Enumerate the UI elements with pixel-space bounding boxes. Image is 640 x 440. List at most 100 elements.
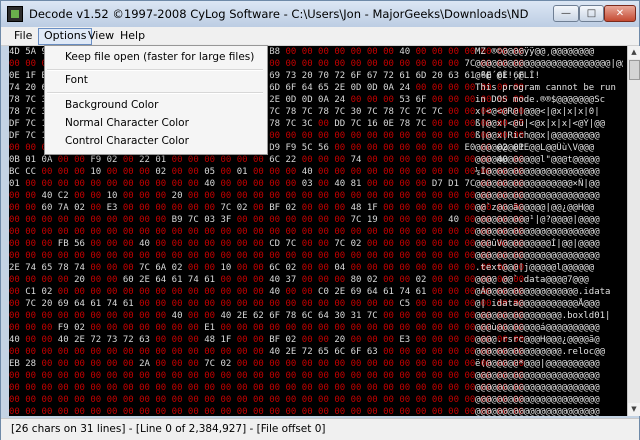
- hex-byte: 78: [383, 107, 400, 117]
- hex-byte: 00: [366, 359, 384, 369]
- menu-item-control-character-color[interactable]: Control Character Color: [65, 133, 189, 149]
- menu-help[interactable]: Help: [115, 28, 150, 43]
- hex-byte: 2E: [269, 95, 286, 105]
- hex-byte: 00: [269, 191, 286, 201]
- hex-byte: 00: [383, 59, 400, 69]
- hex-byte: 00: [57, 311, 75, 321]
- hex-byte: 05: [204, 167, 221, 177]
- hex-byte: 00: [57, 251, 75, 261]
- hex-byte: 00: [431, 311, 449, 321]
- options-dropdown-menu: Keep file open (faster for large files) …: [44, 45, 268, 155]
- hex-byte: 00: [383, 95, 400, 105]
- hex-byte: 00: [383, 191, 400, 201]
- hex-byte: 00: [448, 311, 465, 321]
- hex-byte: 00: [301, 299, 319, 309]
- app-icon[interactable]: [7, 6, 23, 22]
- hex-byte: 00: [220, 167, 237, 177]
- hex-byte: 00: [25, 395, 42, 405]
- hex-byte: 00: [415, 311, 432, 321]
- hex-byte: 6D: [269, 83, 286, 93]
- minimize-button[interactable]: —: [553, 5, 579, 22]
- hex-byte: 00: [106, 215, 123, 225]
- hex-byte: 00: [155, 407, 172, 416]
- hex-byte: 6C: [334, 347, 351, 357]
- hex-byte: 61: [415, 287, 432, 297]
- hex-byte: 64: [318, 311, 335, 321]
- hex-byte: 00: [399, 347, 416, 357]
- hex-byte: 00: [25, 215, 42, 225]
- hex-byte: 03: [204, 215, 221, 225]
- hex-byte: 02: [155, 167, 172, 177]
- hex-byte: 7C: [25, 119, 42, 129]
- ascii-row: @@@@@@@@@@¹|@?@@@@|@@@@: [475, 215, 600, 225]
- hex-byte: 00: [366, 95, 384, 105]
- hex-byte: 20: [25, 83, 42, 93]
- hex-byte: 00: [269, 371, 286, 381]
- close-button[interactable]: ✕: [604, 5, 636, 22]
- hex-byte: 00: [220, 407, 237, 416]
- hex-row: 00 C1 02 00 00 00 00 00 00 00 00 00 00 0…: [9, 286, 524, 298]
- hex-byte: 00: [431, 119, 449, 129]
- ascii-row: @@@@@@@@PE@@L@@Ùù\V@@@: [475, 143, 595, 153]
- ascii-row: x|<@<@R@|@@@<|@x|x|x|0|: [475, 107, 600, 117]
- menu-item-keep-file-open[interactable]: Keep file open (faster for large files): [65, 49, 254, 65]
- hex-byte: 00: [252, 263, 270, 273]
- hex-byte: 00: [285, 179, 302, 189]
- hex-byte: C2: [57, 191, 75, 201]
- menu-view[interactable]: View: [83, 28, 119, 43]
- menu-item-normal-character-color[interactable]: Normal Character Color: [65, 115, 189, 131]
- hex-byte: 00: [25, 383, 42, 393]
- menu-file[interactable]: File: [9, 28, 37, 43]
- menu-item-background-color[interactable]: Background Color: [65, 97, 158, 113]
- hex-byte: 00: [74, 347, 91, 357]
- hex-byte: 7C: [334, 239, 351, 249]
- scroll-down-arrow-icon[interactable]: ▼: [628, 403, 640, 416]
- hex-byte: 00: [334, 407, 351, 416]
- hex-byte: 00: [399, 227, 416, 237]
- hex-byte: 00: [9, 227, 26, 237]
- title-bar[interactable]: Decode v1.52 ©1997-2008 CyLog Software -…: [1, 1, 639, 28]
- hex-byte: 00: [399, 155, 416, 165]
- scroll-up-arrow-icon[interactable]: ▲: [628, 46, 640, 59]
- hex-byte: 00: [399, 251, 416, 261]
- hex-byte: 00: [366, 227, 384, 237]
- hex-byte: 20: [74, 275, 91, 285]
- hex-byte: 00: [383, 299, 400, 309]
- hex-byte: 00: [155, 191, 172, 201]
- hex-byte: 00: [301, 191, 319, 201]
- hex-byte: 00: [90, 383, 107, 393]
- hex-byte: 00: [41, 311, 58, 321]
- hex-byte: 00: [57, 167, 75, 177]
- hex-byte: 00: [57, 395, 75, 405]
- menu-item-font[interactable]: Font: [65, 72, 88, 88]
- hex-byte: 00: [448, 83, 465, 93]
- hex-byte: 00: [106, 371, 123, 381]
- hex-byte: 00: [350, 323, 367, 333]
- scroll-thumb[interactable]: [629, 60, 640, 80]
- hex-byte: 00: [220, 239, 237, 249]
- hex-byte: 00: [57, 287, 75, 297]
- hex-byte: 00: [431, 83, 449, 93]
- ascii-row: @@@@@@@@@@@@@@@@@@@@@@@: [475, 407, 600, 416]
- vertical-scrollbar[interactable]: ▲ ▼: [627, 46, 640, 416]
- hex-byte: 00: [122, 155, 140, 165]
- hex-byte: 7C: [366, 311, 384, 321]
- hex-byte: 00: [220, 155, 237, 165]
- ascii-row: @@@@@@@@@@@@@@@@@@@@@@@: [475, 383, 600, 393]
- hex-byte: 00: [74, 215, 91, 225]
- hex-byte: 00: [252, 167, 270, 177]
- maximize-button[interactable]: □: [579, 5, 604, 22]
- hex-byte: 00: [285, 131, 302, 141]
- hex-byte: 00: [350, 59, 367, 69]
- hex-byte: 00: [431, 275, 449, 285]
- hex-byte: 00: [25, 59, 42, 69]
- hex-byte: 00: [350, 383, 367, 393]
- hex-byte: 00: [155, 239, 172, 249]
- hex-row: 00 00 40 C2 00 00 10 00 00 00 20 00 00 0…: [9, 190, 524, 202]
- hex-byte: 00: [106, 251, 123, 261]
- hex-byte: 00: [399, 275, 416, 285]
- hex-byte: 7C: [204, 359, 221, 369]
- hex-byte: 00: [171, 407, 188, 416]
- hex-byte: 00: [252, 227, 270, 237]
- hex-byte: 02: [171, 263, 188, 273]
